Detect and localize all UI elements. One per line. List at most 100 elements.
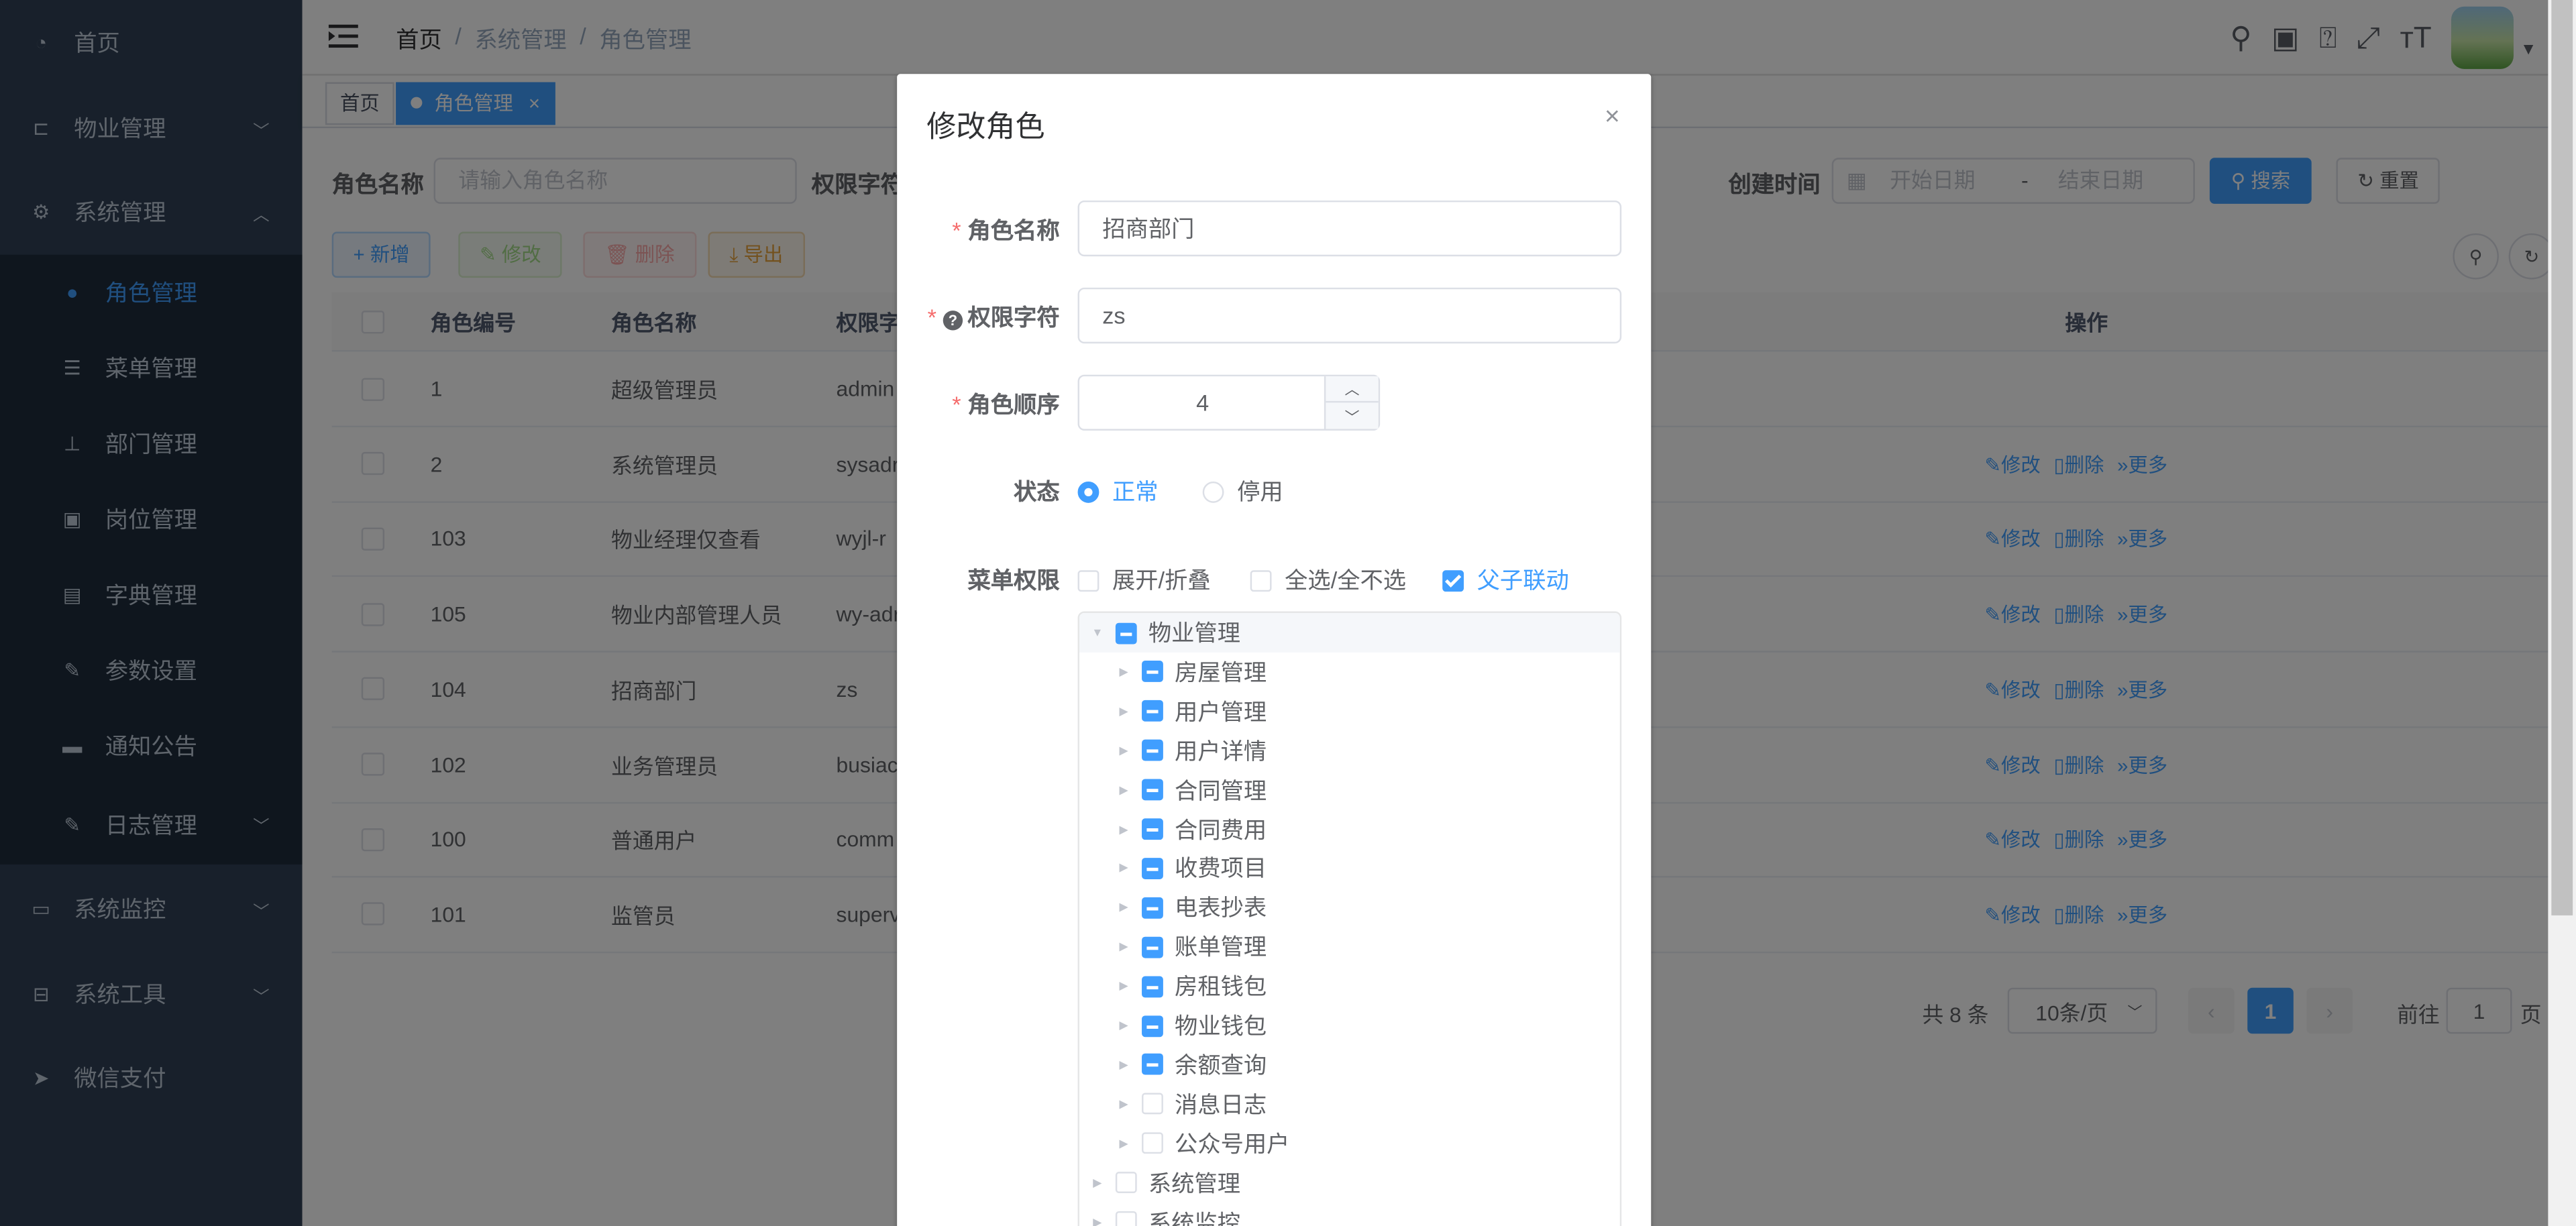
tree-node[interactable]: ▶ 系统监控 (1079, 1202, 1620, 1226)
required-mark: * (952, 391, 961, 418)
tree-checkbox[interactable] (1142, 1093, 1163, 1115)
edit-role-dialog: 修改角色 × * 角色名称 招商部门 *? 权限字符 zs * 角色顺序 4 ︿ ﹀ … (897, 74, 1652, 1226)
tree-checkbox[interactable] (1142, 975, 1163, 997)
question-icon[interactable]: ? (943, 311, 963, 331)
role-name-input[interactable]: 招商部门 (1077, 200, 1622, 257)
tree-node[interactable]: ▶ 消息日志 (1079, 1084, 1620, 1124)
caret-right-icon[interactable]: ▶ (1116, 1058, 1132, 1071)
tree-node[interactable]: ▶ 用户详情 (1079, 731, 1620, 771)
caret-right-icon[interactable]: ▶ (1089, 1215, 1106, 1226)
perm-input[interactable]: zs (1077, 287, 1622, 344)
status-normal-radio[interactable]: 正常 (1077, 475, 1159, 508)
dialog-title: 修改角色 (926, 110, 1045, 144)
tree-checkbox[interactable] (1115, 1172, 1137, 1194)
required-mark: * (927, 304, 936, 331)
caret-right-icon[interactable]: ▶ (1116, 1019, 1132, 1032)
tree-node[interactable]: ▶ 收费项目 (1079, 848, 1620, 888)
tree-node[interactable]: ▶ 余额查询 (1079, 1045, 1620, 1084)
tree-node[interactable]: ▶ 公众号用户 (1079, 1123, 1620, 1163)
tree-node-label: 合同管理 (1175, 777, 1267, 803)
tree-checkbox[interactable] (1142, 740, 1163, 761)
radio-circle (1202, 480, 1224, 502)
tree-node[interactable]: ▶ 账单管理 (1079, 927, 1620, 966)
caret-right-icon[interactable]: ▶ (1116, 705, 1132, 718)
tree-checkbox[interactable] (1142, 818, 1163, 840)
tree-node-label: 公众号用户 (1175, 1130, 1290, 1157)
tree-checkbox[interactable] (1142, 857, 1163, 879)
tree-node[interactable]: ▶ 系统管理 (1079, 1163, 1620, 1203)
caret-down-icon[interactable]: ▼ (1089, 627, 1106, 638)
tree-checkbox[interactable] (1142, 1015, 1163, 1036)
perm-label-text: 权限字符 (967, 304, 1060, 331)
perm-label: *? 权限字符 (928, 300, 1060, 333)
tree-node-label: 系统管理 (1148, 1169, 1240, 1196)
checkbox-label: 展开/折叠 (1112, 567, 1211, 594)
radio-circle (1077, 480, 1099, 502)
tree-checkbox[interactable] (1142, 700, 1163, 722)
tree-node-label: 收费项目 (1175, 855, 1267, 882)
chevron-up-icon[interactable]: ︿ (1326, 376, 1379, 403)
caret-right-icon[interactable]: ▶ (1116, 1097, 1132, 1111)
checkbox-box (1250, 569, 1272, 591)
chevron-down-icon[interactable]: ﹀ (1326, 402, 1378, 429)
tree-checkbox[interactable] (1142, 1054, 1163, 1076)
caret-right-icon[interactable]: ▶ (1116, 665, 1132, 679)
caret-right-icon[interactable]: ▶ (1116, 744, 1132, 757)
status-label: 状态 (1014, 478, 1060, 505)
select-all-checkbox[interactable]: 全选/全不选 (1250, 563, 1406, 596)
close-icon[interactable]: × (1605, 103, 1620, 133)
tree-node[interactable]: ▶ 用户管理 (1079, 691, 1620, 731)
order-label-text: 角色顺序 (967, 391, 1060, 418)
tree-checkbox[interactable] (1115, 1211, 1137, 1226)
tree-node-label: 物业管理 (1148, 619, 1240, 647)
expand-collapse-checkbox[interactable]: 展开/折叠 (1077, 563, 1211, 596)
tree-checkbox[interactable] (1115, 622, 1137, 644)
tree-node-label: 房屋管理 (1175, 659, 1267, 685)
checkbox-box (1077, 569, 1099, 591)
parent-child-link-checkbox[interactable]: 父子联动 (1442, 563, 1569, 596)
tree-node[interactable]: ▶ 合同管理 (1079, 770, 1620, 810)
menu-tree: ▼ 物业管理 ▶ 房屋管理 ▶ 用户管理 ▶ 用户详情 ▶ 合同管理 ▶ 合同费用 ▶ 收费项目 ▶ 电表抄表… (1077, 611, 1622, 1226)
tree-checkbox[interactable] (1142, 661, 1163, 683)
radio-label: 停用 (1237, 478, 1283, 505)
caret-right-icon[interactable]: ▶ (1116, 940, 1132, 954)
role-name-label-text: 角色名称 (967, 217, 1060, 243)
scrollbar-thumb[interactable] (2551, 0, 2573, 915)
caret-right-icon[interactable]: ▶ (1116, 980, 1132, 993)
checkbox-box (1442, 569, 1464, 591)
order-label: * 角色顺序 (952, 388, 1059, 421)
caret-right-icon[interactable]: ▶ (1116, 1137, 1132, 1150)
caret-right-icon[interactable]: ▶ (1116, 862, 1132, 875)
tree-checkbox[interactable] (1142, 779, 1163, 801)
caret-right-icon[interactable]: ▶ (1116, 822, 1132, 836)
tree-node[interactable]: ▶ 房租钱包 (1079, 966, 1620, 1006)
tree-node-label: 电表抄表 (1175, 894, 1267, 921)
status-disabled-radio[interactable]: 停用 (1202, 475, 1283, 508)
menu-perm-label: 菜单权限 (967, 567, 1060, 594)
caret-right-icon[interactable]: ▶ (1116, 901, 1132, 914)
scrollbar[interactable] (2548, 0, 2576, 1226)
role-name-label: * 角色名称 (952, 214, 1059, 247)
radio-label: 正常 (1112, 478, 1159, 505)
tree-node[interactable]: ▶ 物业钱包 (1079, 1006, 1620, 1046)
tree-node-label: 合同费用 (1175, 816, 1267, 842)
tree-node-label: 用户详情 (1175, 737, 1267, 764)
caret-right-icon[interactable]: ▶ (1116, 783, 1132, 796)
tree-node-label: 账单管理 (1175, 934, 1267, 960)
order-value[interactable]: 4 (1079, 376, 1326, 429)
tree-node-label: 消息日志 (1175, 1091, 1267, 1117)
tree-node[interactable]: ▶ 房屋管理 (1079, 653, 1620, 692)
tree-node[interactable]: ▼ 物业管理 (1079, 612, 1620, 653)
order-stepper[interactable]: 4 ︿ ﹀ (1077, 374, 1381, 431)
tree-node[interactable]: ▶ 电表抄表 (1079, 888, 1620, 928)
tree-node[interactable]: ▶ 合同费用 (1079, 810, 1620, 849)
stepper-arrows: ︿ ﹀ (1324, 376, 1379, 429)
checkbox-label: 父子联动 (1477, 567, 1569, 594)
tree-checkbox[interactable] (1142, 936, 1163, 958)
checkbox-label: 全选/全不选 (1285, 567, 1407, 594)
tree-checkbox[interactable] (1142, 897, 1163, 919)
tree-checkbox[interactable] (1142, 1132, 1163, 1154)
required-mark: * (952, 217, 961, 243)
tree-node-label: 系统监控 (1148, 1209, 1240, 1226)
caret-right-icon[interactable]: ▶ (1089, 1176, 1106, 1189)
